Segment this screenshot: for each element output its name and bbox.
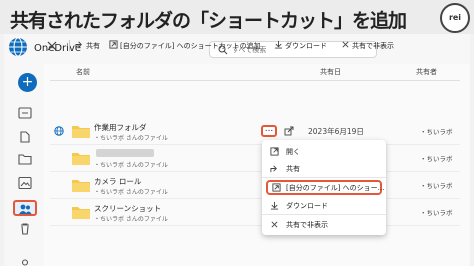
table-row[interactable]: スクリーンショット ・ちいラボ さんのファイル ・ちいラボ <box>50 200 460 226</box>
owner-name: ・ちいラボ <box>420 182 453 190</box>
close-selection-icon[interactable] <box>46 40 58 52</box>
hide-icon <box>271 221 278 228</box>
headline-title: 共有されたフォルダの「ショートカット」を追加 <box>10 10 407 32</box>
share-icon <box>270 165 277 173</box>
table-row[interactable]: ・ちいラボ さんのファイル ・ちいラボ <box>50 146 460 172</box>
hide-icon <box>342 41 349 48</box>
folder-icon <box>72 180 90 192</box>
download-icon <box>270 201 279 210</box>
context-menu: 開く 共有 [自分のファイル] へのショー... ダウンロード 共有で非表示 <box>262 140 386 235</box>
header-divider <box>50 80 460 81</box>
shared-people-icon[interactable] <box>17 202 33 216</box>
create-new-button[interactable]: + <box>18 73 37 92</box>
folder-icon <box>72 126 90 138</box>
owner-name: ・ちいラボ <box>420 128 453 136</box>
row-divider <box>50 225 460 226</box>
headline-banner: 共有されたフォルダの「ショートカット」を追加 rei <box>0 0 474 34</box>
owner-name: ・ちいラボ <box>420 209 453 217</box>
logo-badge: rei <box>440 3 470 33</box>
shared-globe-icon <box>54 126 64 136</box>
menu-divider <box>262 214 386 215</box>
menu-item-hide-shared[interactable]: 共有で非表示 <box>262 217 386 232</box>
more-actions-button[interactable]: ... <box>261 125 277 137</box>
photos-icon[interactable] <box>17 176 33 190</box>
owner-name: ・ちいラボ <box>420 155 453 163</box>
table-row[interactable]: 作業用フォルダ ・ちいラボ さんのファイル ... 2023年6月19日 ・ちい… <box>50 119 460 145</box>
menu-item-download[interactable]: ダウンロード <box>262 198 386 213</box>
app-launcher-icon[interactable] <box>8 37 28 57</box>
share-icon <box>75 41 82 49</box>
my-files-icon[interactable] <box>17 130 33 144</box>
menu-item-share[interactable]: 共有 <box>262 161 386 176</box>
download-icon <box>274 40 283 49</box>
menu-divider <box>262 177 386 178</box>
left-rail: + <box>4 64 44 266</box>
shortcut-icon <box>109 40 118 49</box>
file-owner-subtitle: ・ちいラボ さんのファイル <box>94 189 168 196</box>
row-divider <box>50 144 460 145</box>
folder-icon[interactable] <box>17 152 33 166</box>
file-owner-subtitle: ・ちいラボ さんのファイル <box>94 135 168 142</box>
folder-icon <box>72 153 90 165</box>
shared-date: 2023年6月19日 <box>308 127 364 136</box>
folder-icon <box>72 207 90 219</box>
redacted-file-name <box>96 149 154 157</box>
table-row[interactable]: カメラ ロール ・ちいラボ さんのファイル ・ちいラボ <box>50 173 460 199</box>
home-icon[interactable] <box>17 106 33 120</box>
file-owner-subtitle: ・ちいラボ さんのファイル <box>94 216 168 223</box>
file-name[interactable]: カメラ ロール <box>94 176 141 187</box>
download-button[interactable]: ダウンロード <box>274 40 327 52</box>
share-icon[interactable] <box>284 126 294 136</box>
share-button[interactable]: 共有 <box>75 40 100 52</box>
menu-item-open[interactable]: 開く <box>262 144 386 159</box>
command-bar: 共有 [自分のファイル] へのショートカットの追加 ダウンロード 共有で非表示 <box>42 36 462 56</box>
column-shared-date[interactable]: 共有日 <box>320 67 341 77</box>
file-owner-subtitle: ・ちいラボ さんのファイル <box>94 162 168 169</box>
recycle-bin-icon[interactable] <box>17 222 33 236</box>
column-header-row: 名前 共有日 共有者 <box>50 66 460 80</box>
column-owner[interactable]: 共有者 <box>416 67 437 77</box>
account-icon[interactable] <box>17 258 33 266</box>
open-icon <box>270 147 279 156</box>
hide-shared-button[interactable]: 共有で非表示 <box>341 40 394 52</box>
file-name[interactable]: スクリーンショット <box>94 203 161 214</box>
add-shortcut-button[interactable]: [自分のファイル] へのショートカットの追加 <box>109 40 261 52</box>
file-name[interactable]: 作業用フォルダ <box>94 122 147 133</box>
shortcut-icon <box>272 183 281 192</box>
column-name[interactable]: 名前 <box>76 67 90 77</box>
command-separator <box>69 40 70 51</box>
menu-item-add-shortcut[interactable]: [自分のファイル] へのショー... <box>266 180 384 195</box>
row-divider <box>50 171 460 172</box>
row-divider <box>50 198 460 199</box>
